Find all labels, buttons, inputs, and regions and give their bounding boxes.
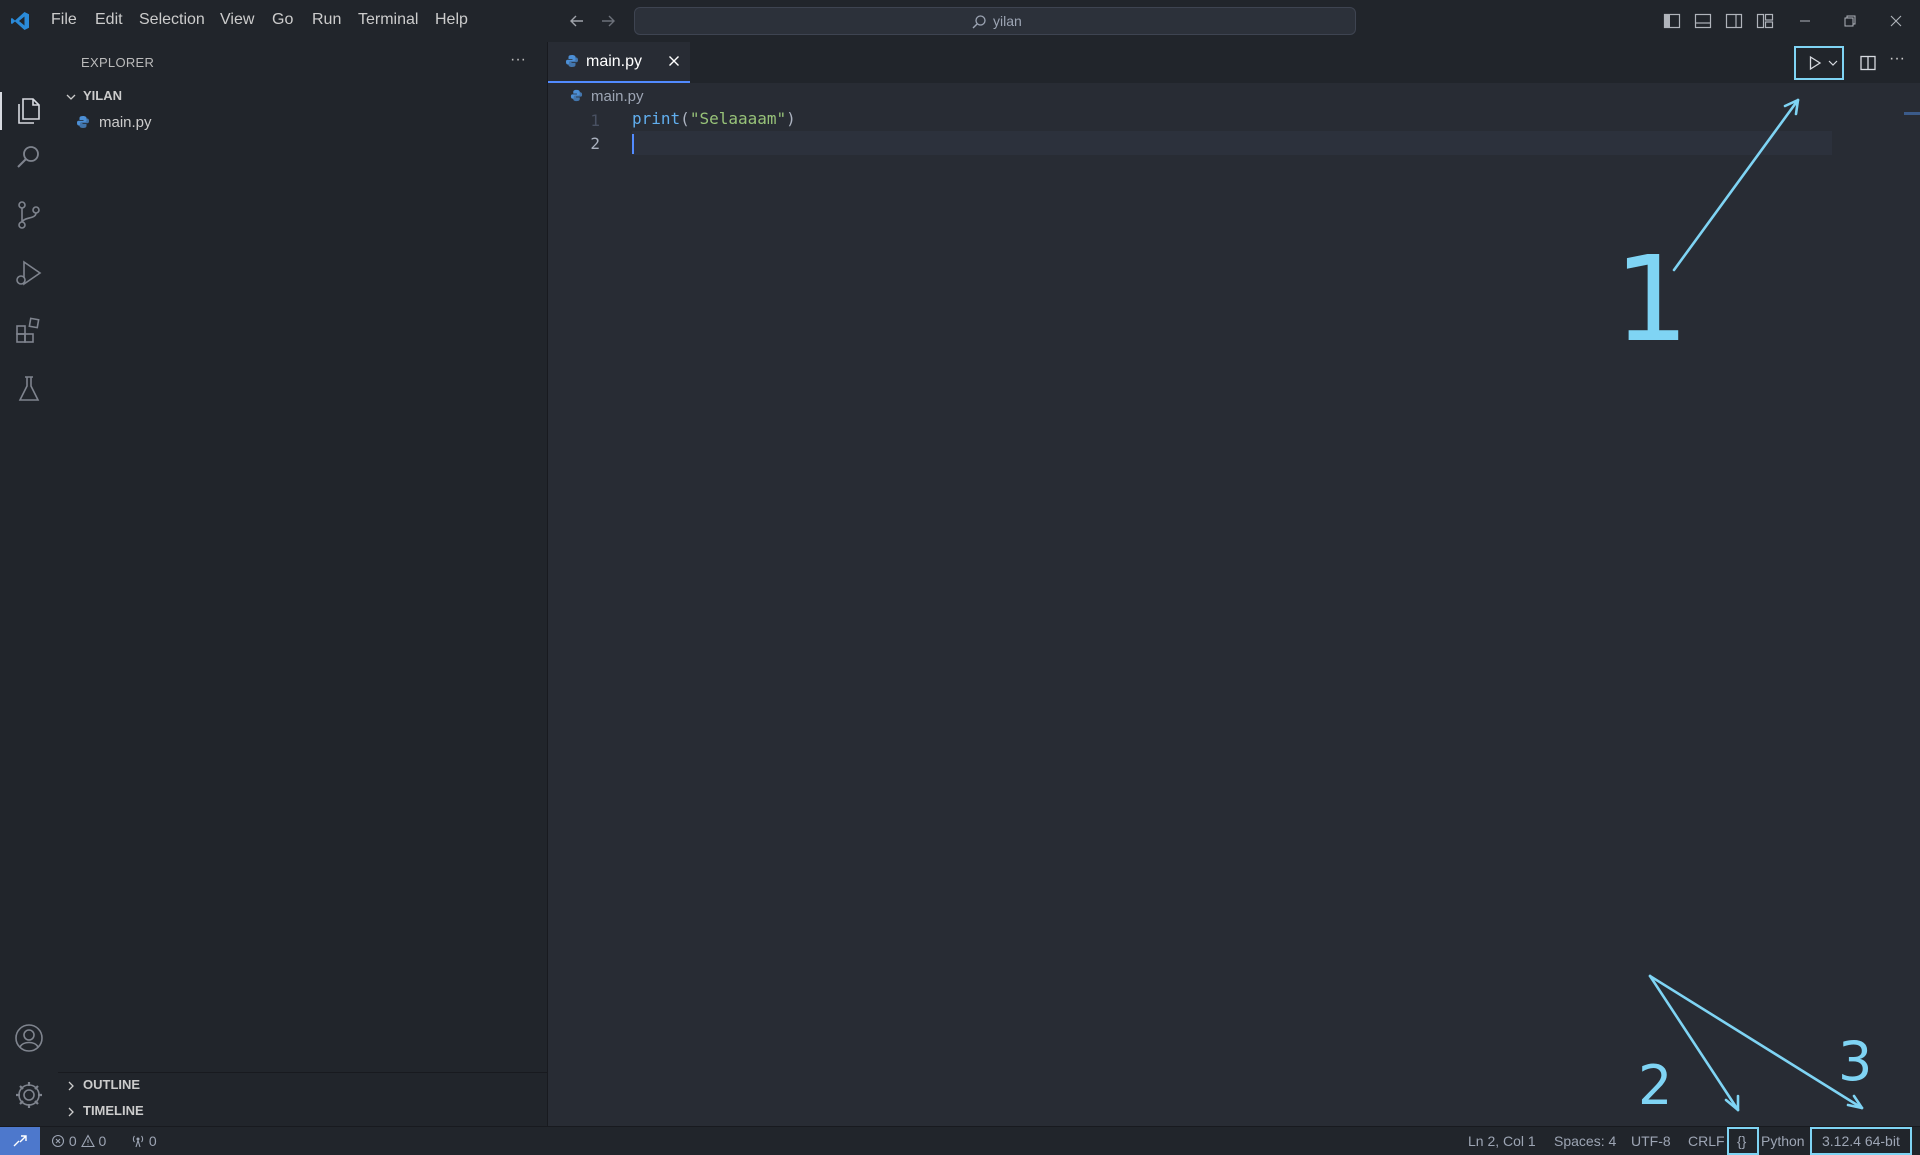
remote-indicator-button[interactable] (0, 1127, 40, 1155)
section-divider (58, 1072, 547, 1073)
toggle-panel-icon[interactable] (1693, 11, 1713, 31)
warning-icon (80, 1134, 95, 1148)
menu-edit[interactable]: Edit (95, 11, 123, 29)
error-icon (51, 1134, 65, 1148)
breadcrumb[interactable]: main.py (570, 88, 644, 108)
chevron-down-icon (66, 94, 76, 100)
code-line[interactable]: print("Selaaaam") (632, 109, 796, 128)
indentation[interactable]: Spaces: 4 (1554, 1133, 1616, 1149)
menu-selection[interactable]: Selection (139, 11, 205, 29)
menu-run[interactable]: Run (312, 11, 341, 29)
run-python-file-icon[interactable] (1807, 55, 1823, 71)
folder-root-label: YILAN (83, 88, 122, 103)
menu-view[interactable]: View (220, 11, 254, 29)
python-file-icon (570, 89, 583, 102)
timeline-label: TIMELINE (83, 1103, 144, 1118)
code-token-punctuation: ) (786, 109, 796, 128)
breadcrumb-file: main.py (591, 88, 644, 105)
cursor-position[interactable]: Ln 2, Col 1 (1468, 1133, 1536, 1149)
chevron-right-icon (68, 1107, 74, 1117)
line-ending[interactable]: CRLF (1688, 1133, 1725, 1149)
search-icon (972, 15, 986, 29)
command-center-search[interactable]: yilan (634, 7, 1356, 35)
file-item-label: main.py (99, 114, 152, 131)
split-editor-icon[interactable] (1858, 53, 1878, 73)
language-mode[interactable]: Python (1761, 1133, 1805, 1149)
editor-area: main.py ··· main.py 1 2 print("Selaaaam"… (548, 42, 1920, 1126)
status-bar: 0 0 0 Ln 2, Col 1 Spaces: 4 UTF-8 CRLF {… (0, 1126, 1920, 1155)
line-number: 2 (590, 134, 600, 153)
vscode-logo-icon (11, 12, 29, 30)
testing-flask-icon[interactable] (12, 372, 46, 406)
outline-label: OUTLINE (83, 1077, 141, 1092)
forward-arrow-icon[interactable] (598, 11, 618, 31)
menu-help[interactable]: Help (435, 11, 468, 29)
activity-bar (0, 42, 58, 1126)
ports-indicator[interactable]: 0 (131, 1133, 157, 1149)
line-number: 1 (590, 111, 600, 130)
menu-go[interactable]: Go (272, 11, 293, 29)
sidebar-explorer: EXPLORER ··· YILAN main.py OUTLINE TIMEL… (58, 42, 548, 1126)
search-view-icon[interactable] (12, 140, 46, 174)
broadcast-icon (132, 1135, 144, 1148)
restore-icon[interactable] (1840, 11, 1860, 31)
timeline-section-header[interactable]: TIMELINE (65, 1103, 144, 1125)
search-text: yilan (993, 13, 1022, 29)
toggle-primary-sidebar-icon[interactable] (1662, 11, 1682, 31)
ports-count: 0 (148, 1133, 157, 1149)
editor-tab-bar: main.py ··· (548, 42, 1920, 83)
back-arrow-icon[interactable] (567, 11, 587, 31)
problems-indicator[interactable]: 0 0 (51, 1133, 106, 1149)
encoding[interactable]: UTF-8 (1631, 1133, 1671, 1149)
code-token-string: "Selaaaam" (689, 109, 787, 128)
chevron-right-icon (68, 1081, 74, 1091)
editor-more-actions-button[interactable]: ··· (1889, 50, 1905, 68)
outline-section-header[interactable]: OUTLINE (65, 1077, 140, 1099)
tab-label: main.py (586, 53, 643, 70)
source-control-icon[interactable] (12, 198, 46, 232)
python-file-icon (77, 116, 89, 128)
python-file-icon (566, 55, 578, 67)
extensions-icon[interactable] (12, 314, 46, 348)
close-window-icon[interactable] (1886, 11, 1906, 31)
code-token-function: print (632, 109, 681, 128)
folder-root[interactable]: YILAN (65, 88, 122, 108)
error-count: 0 (68, 1133, 77, 1149)
settings-gear-icon[interactable] (12, 1078, 46, 1112)
language-status-button[interactable]: {} (1737, 1133, 1746, 1149)
active-view-indicator (0, 92, 2, 130)
accounts-icon[interactable] (12, 1021, 46, 1055)
close-tab-icon[interactable] (665, 52, 683, 70)
explorer-title: EXPLORER (81, 55, 155, 70)
code-token-punctuation: ( (680, 109, 690, 128)
python-interpreter[interactable]: 3.12.4 64-bit (1822, 1133, 1900, 1149)
toggle-secondary-sidebar-icon[interactable] (1724, 11, 1744, 31)
tab-main-py[interactable]: main.py (548, 42, 690, 83)
current-line-highlight (632, 131, 1832, 155)
menu-terminal[interactable]: Terminal (358, 11, 418, 29)
scrollbar-marker[interactable] (1904, 112, 1920, 115)
menu-file[interactable]: File (51, 11, 77, 29)
customize-layout-icon[interactable] (1755, 11, 1775, 31)
explorer-icon[interactable] (12, 94, 46, 128)
warning-count: 0 (98, 1133, 107, 1149)
run-dropdown-chevron-icon[interactable] (1827, 57, 1839, 69)
file-item-main-py[interactable]: main.py (76, 112, 526, 134)
remote-icon (13, 1135, 27, 1147)
title-bar: File Edit Selection View Go Run Terminal… (0, 0, 1920, 42)
text-cursor (632, 134, 634, 154)
run-and-debug-icon[interactable] (12, 256, 46, 290)
explorer-more-actions-button[interactable]: ··· (510, 51, 526, 69)
minimize-icon[interactable] (1795, 11, 1815, 31)
